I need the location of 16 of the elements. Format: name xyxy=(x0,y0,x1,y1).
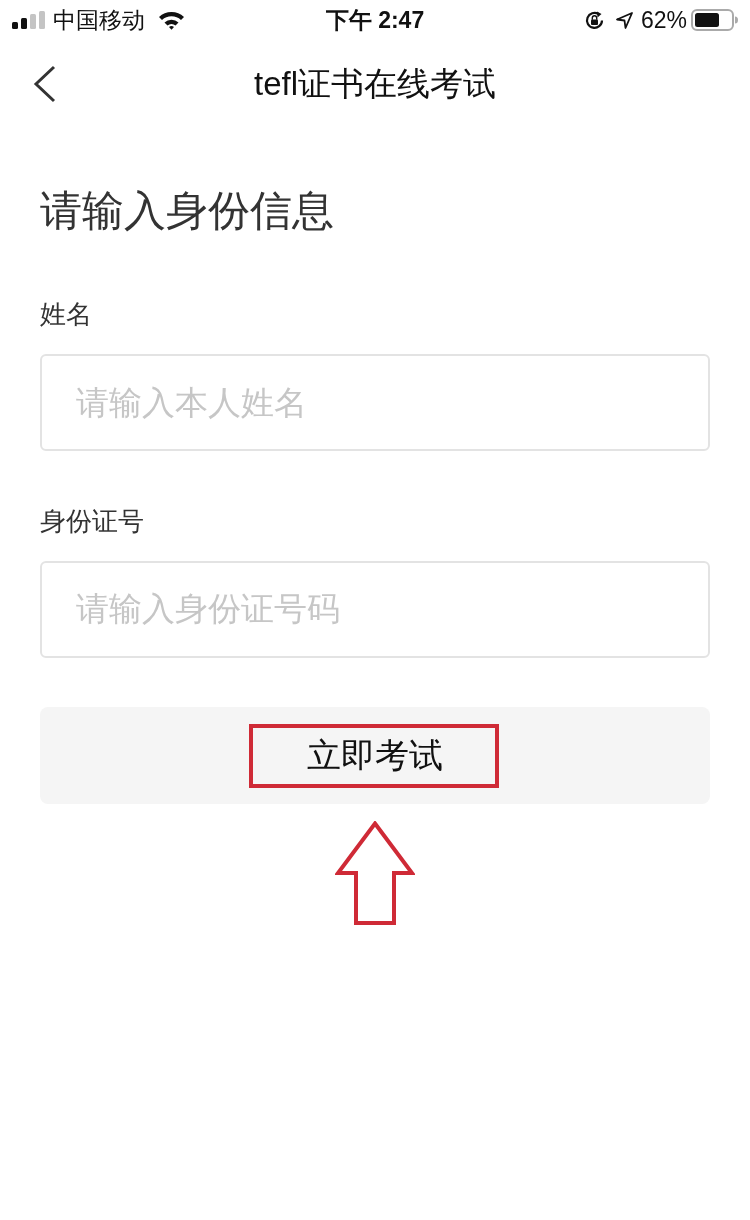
rotation-lock-icon xyxy=(583,9,605,31)
back-icon[interactable] xyxy=(32,65,56,103)
wifi-icon xyxy=(158,10,185,30)
clock-time: 下午 2:47 xyxy=(325,8,425,32)
battery-icon xyxy=(691,9,738,31)
field-label: 姓名 xyxy=(40,298,93,332)
location-arrow-icon xyxy=(615,11,633,29)
page-title: tefl证书在线考试 xyxy=(254,64,496,104)
battery-percentage: 62% xyxy=(640,8,687,32)
start-exam-button[interactable]: 立即考试 xyxy=(40,707,710,804)
field-label: 身份证号 xyxy=(40,505,145,539)
input-field[interactable]: 请输入身份证号码 xyxy=(40,561,710,658)
input-field[interactable]: 请输入本人姓名 xyxy=(40,354,710,452)
signal-icon xyxy=(12,11,45,29)
carrier-name: 中国移动 xyxy=(53,8,145,32)
form-heading: 请输入身份信息 xyxy=(40,186,335,236)
